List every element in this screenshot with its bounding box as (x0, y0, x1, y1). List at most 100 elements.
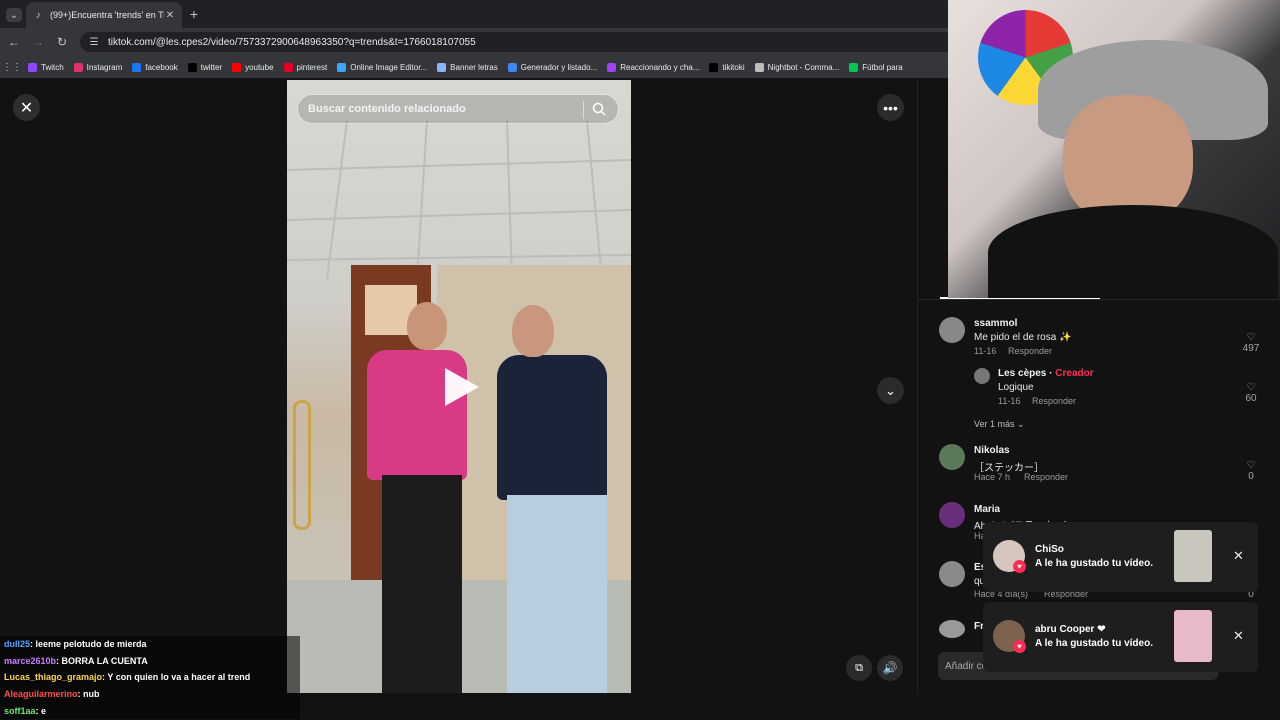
like-button[interactable]: ♡ 497 (1237, 332, 1265, 354)
bookmark-label: pinterest (296, 62, 328, 72)
bookmark-favicon-icon (849, 62, 859, 72)
new-tab-button[interactable]: + (188, 6, 200, 22)
bookmark-item[interactable]: Banner letras (437, 62, 498, 72)
close-tab-icon[interactable]: ✕ (164, 9, 176, 21)
avatar[interactable] (939, 561, 965, 587)
bookmark-label: Banner letras (450, 62, 498, 72)
bookmark-label: youtube (245, 62, 274, 72)
reload-button[interactable]: ↻ (56, 35, 68, 49)
notification-message: A le ha gustado tu vídeo. (1035, 638, 1153, 649)
like-notification[interactable]: ♥ ChiSo A le ha gustado tu vídeo. ✕ (983, 522, 1258, 592)
floating-player-icon[interactable]: ⧉ (846, 655, 872, 681)
search-icon[interactable] (592, 102, 606, 119)
bookmark-favicon-icon (283, 62, 293, 72)
related-search-input[interactable]: Buscar contenido relacionado (297, 94, 619, 124)
bookmark-item[interactable]: youtube (232, 62, 274, 72)
apps-grid-icon[interactable]: ⋮⋮ (2, 61, 22, 73)
bookmark-item[interactable]: facebook (132, 62, 178, 72)
bookmark-item[interactable]: Instagram (73, 62, 122, 72)
bookmark-favicon-icon (607, 62, 617, 72)
like-notification[interactable]: ♥ abru Cooper ❤ A le ha gustado tu vídeo… (983, 602, 1258, 672)
creator-reply-user[interactable]: Les cèpes · Creador (998, 368, 1094, 379)
volume-icon[interactable]: 🔊 (877, 655, 903, 681)
ceiling-tiles (287, 120, 631, 280)
play-icon[interactable] (441, 366, 481, 408)
like-count: 0 (1248, 471, 1254, 482)
chat-message: Lucas_thiago_gramajo: Y con quien lo va … (0, 669, 300, 687)
see-more-label: Ver 1 más (974, 419, 1015, 429)
see-more-replies[interactable]: Ver 1 más ⌄ (974, 419, 1025, 430)
creator-tag: Creador (1055, 368, 1094, 379)
bookmark-label: Twitch (41, 62, 64, 72)
bookmark-item[interactable]: twitter (187, 62, 222, 72)
notification-user: abru Cooper ❤ (1035, 624, 1106, 635)
bookmark-favicon-icon (709, 62, 719, 72)
avatar[interactable] (939, 620, 965, 638)
avatar[interactable] (939, 317, 965, 343)
heart-icon: ♡ (1246, 332, 1256, 343)
more-options-icon[interactable]: ••• (877, 94, 904, 121)
tiktok-favicon-icon: ♪ (35, 9, 41, 21)
chevron-down-icon: ⌄ (1017, 419, 1025, 429)
bookmark-favicon-icon (437, 62, 447, 72)
person-pink-pants (382, 475, 462, 693)
bookmark-label: Generador y listado... (520, 62, 598, 72)
reply-button[interactable]: Responder (1032, 396, 1076, 406)
streamer-webcam (948, 0, 1280, 298)
bookmark-favicon-icon (28, 62, 37, 72)
bookmark-item[interactable]: Fútbol para (849, 62, 903, 72)
bookmark-label: Online Image Editor... (350, 62, 428, 72)
bookmark-item[interactable]: Twitch (28, 62, 64, 72)
heart-icon: ♥ (1013, 560, 1026, 573)
black-shirt (988, 205, 1278, 298)
bookmark-favicon-icon (337, 62, 347, 72)
chat-text: : e (35, 705, 47, 716)
stream-chat: dull25: leeme pelotudo de mierda marce261… (0, 636, 300, 720)
bookmark-item[interactable]: Reaccionando y cha... (607, 62, 699, 72)
comment-date: Hace 7 h (974, 472, 1011, 482)
address-bar[interactable]: ☰ tiktok.com/@les.cpes2/video/7573372900… (80, 32, 960, 52)
bookmark-favicon-icon (73, 62, 83, 72)
creator-name: Les cèpes (998, 368, 1047, 379)
address-url: tiktok.com/@les.cpes2/video/757337290064… (108, 36, 476, 48)
chat-message: soff1aa: e (0, 702, 300, 720)
like-button[interactable]: ♡ 60 (1237, 382, 1265, 404)
site-info-icon[interactable]: ☰ (88, 36, 100, 48)
comment-text: Logique (998, 382, 1034, 393)
chat-text: : leeme pelotudo de mierda (30, 639, 147, 649)
comment-user[interactable]: Nikolas (974, 445, 1010, 456)
avatar[interactable] (939, 502, 965, 528)
bookmark-item[interactable]: Generador y listado... (507, 62, 598, 72)
close-icon[interactable]: ✕ (1233, 548, 1244, 564)
video-thumbnail (1174, 610, 1212, 662)
next-video-chevron-down-icon[interactable]: ⌄ (877, 377, 904, 404)
notification-message: A le ha gustado tu vídeo. (1035, 558, 1153, 569)
bookmark-label: facebook (145, 62, 178, 72)
forward-button[interactable]: → (32, 35, 44, 49)
reply-button[interactable]: Responder (1008, 346, 1052, 356)
bookmark-item[interactable]: Online Image Editor... (337, 62, 428, 72)
comment-user[interactable]: Maria (974, 504, 1000, 515)
avatar[interactable] (974, 368, 990, 384)
close-video-button[interactable]: ✕ (13, 94, 40, 121)
video-player[interactable] (287, 80, 631, 693)
browser-tab[interactable]: ♪ (99+)Encuentra 'trends' en TikTo ✕ (26, 2, 182, 28)
bookmark-item[interactable]: pinterest (283, 62, 328, 72)
close-icon[interactable]: ✕ (1233, 628, 1244, 644)
comment-date: 11-16 (998, 396, 1021, 406)
reply-button[interactable]: Responder (1024, 472, 1068, 482)
like-button[interactable]: ♡ 0 (1237, 460, 1265, 482)
chat-message: Aleaguilarmerino: nub (0, 686, 300, 703)
chat-username: marce2610b (4, 655, 57, 666)
back-button[interactable]: ← (8, 35, 20, 49)
comment-user[interactable]: ssammol (974, 318, 1017, 329)
avatar[interactable] (939, 444, 965, 470)
chat-text: : BORRA LA CUENTA (56, 655, 148, 666)
heart-icon: ♡ (1246, 382, 1256, 393)
tab-search-button[interactable]: ⌄ (6, 8, 22, 22)
bookmark-item[interactable]: Nightbot - Comma... (754, 62, 839, 72)
bookmark-item[interactable]: tikitoki (709, 62, 745, 72)
bookmark-favicon-icon (132, 62, 142, 72)
bookmark-favicon-icon (507, 62, 517, 72)
person-navy-jeans (507, 495, 607, 693)
